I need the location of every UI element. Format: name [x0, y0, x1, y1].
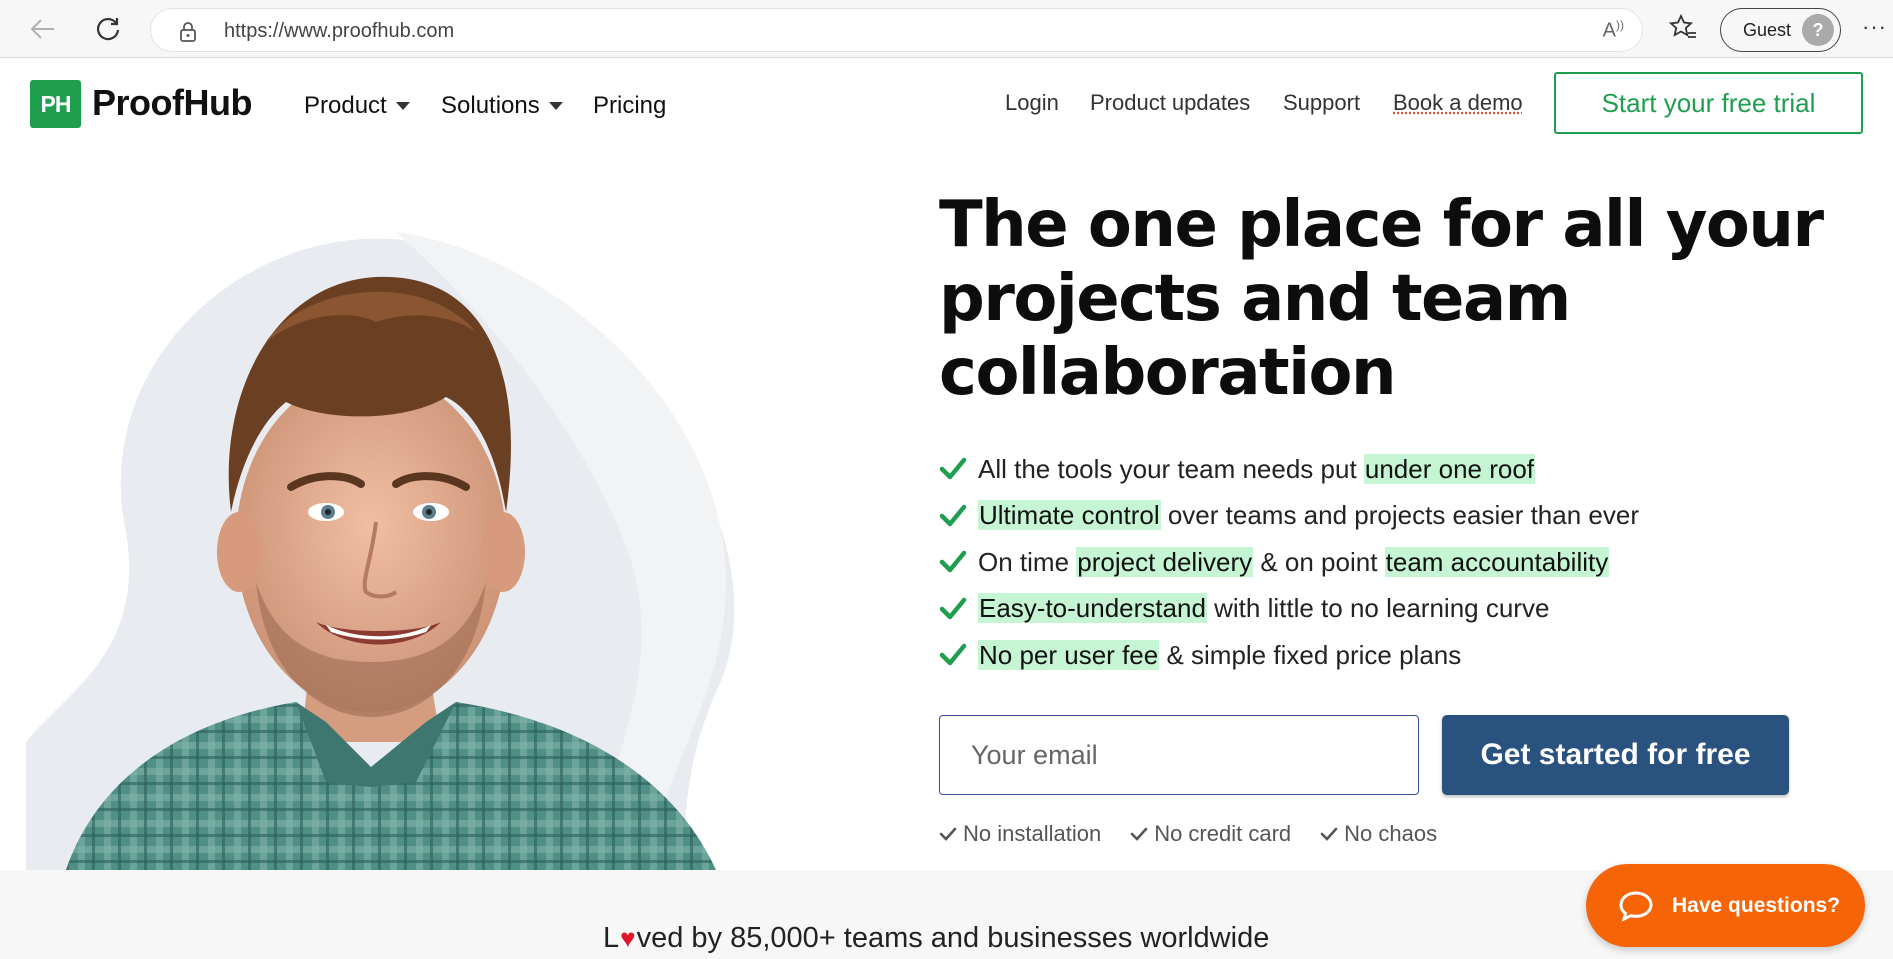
product-updates-link[interactable]: Product updates [1090, 90, 1250, 116]
mini-check-label: No installation [963, 821, 1102, 846]
check-icon [939, 458, 967, 480]
loved-suffix: ved by 85,000+ teams and businesses worl… [636, 922, 1270, 954]
chat-bubble-icon [1619, 890, 1653, 922]
feature-text: All the tools your team needs put [978, 453, 1364, 484]
logo-text[interactable]: ProofHub [92, 82, 252, 124]
nav-pricing-label: Pricing [593, 92, 667, 119]
nav-solutions[interactable]: Solutions [441, 92, 563, 120]
check-icon [1320, 827, 1338, 841]
feature-text: with little to no learning curve [1206, 593, 1550, 624]
read-aloud-icon[interactable]: A)) [1603, 18, 1624, 43]
nav-product-label: Product [304, 92, 387, 119]
favorites-icon[interactable] [1668, 13, 1697, 45]
feature-item: Ultimate control over teams and projects… [939, 493, 1639, 540]
feature-text: On time [978, 546, 1077, 577]
email-field[interactable] [939, 715, 1419, 795]
check-icon [939, 827, 957, 841]
book-demo-link[interactable]: Book a demo [1393, 90, 1523, 116]
start-free-trial-button[interactable]: Start your free trial [1554, 72, 1863, 134]
feature-item: Easy-to-understand with little to no lea… [939, 586, 1639, 633]
login-link[interactable]: Login [1005, 90, 1059, 116]
mini-check-item: No credit card [1130, 821, 1291, 847]
check-icon [1130, 827, 1148, 841]
chevron-down-icon [548, 102, 563, 110]
chat-widget-button[interactable]: Have questions? [1586, 864, 1865, 947]
heart-icon: ♥ [620, 923, 636, 953]
hero-portrait-image [26, 222, 746, 870]
feature-highlight: Ultimate control [978, 500, 1161, 531]
chat-label: Have questions? [1672, 893, 1841, 917]
profile-label: Guest [1743, 19, 1792, 40]
support-link[interactable]: Support [1283, 90, 1360, 116]
check-icon [939, 504, 967, 526]
chevron-down-icon [395, 102, 410, 110]
get-started-button[interactable]: Get started for free [1442, 715, 1789, 795]
check-icon [939, 597, 967, 619]
social-proof-text: L ♥ ved by 85,000+ teams and businesses wo… [603, 922, 1269, 955]
mini-check-label: No credit card [1154, 821, 1292, 846]
hero-title: The one place for all your projects and … [939, 188, 1824, 410]
feature-highlight: team accountability [1384, 546, 1610, 577]
avatar-icon: ? [1802, 14, 1834, 46]
feature-item: All the tools your team needs put under … [939, 446, 1639, 493]
feature-highlight: Easy-to-understand [978, 593, 1207, 624]
logo-mark[interactable]: PH [30, 80, 81, 128]
url-text[interactable]: https://www.proofhub.com [224, 20, 454, 43]
feature-item: On time project delivery & on point team… [939, 539, 1639, 586]
feature-list: All the tools your team needs put under … [939, 446, 1639, 679]
back-arrow-icon[interactable] [24, 10, 62, 48]
feature-item: No per user fee & simple fixed price pla… [939, 632, 1639, 679]
feature-highlight: project delivery [1076, 546, 1254, 577]
profile-button[interactable]: Guest ? [1720, 8, 1841, 52]
nav-solutions-label: Solutions [441, 92, 540, 119]
mini-check-item: No installation [939, 821, 1101, 847]
nav-pricing[interactable]: Pricing [593, 92, 666, 120]
lock-icon [179, 21, 197, 48]
nav-product[interactable]: Product [304, 92, 410, 120]
refresh-icon[interactable] [89, 10, 127, 48]
check-icon [939, 551, 967, 573]
address-bar[interactable]: https://www.proofhub.com A)) [150, 8, 1643, 52]
feature-text: & on point [1253, 546, 1385, 577]
feature-text: over teams and projects easier than ever [1160, 500, 1639, 531]
feature-highlight: No per user fee [978, 639, 1160, 670]
more-menu-icon[interactable]: ··· [1862, 14, 1887, 40]
loved-prefix: L [603, 922, 620, 954]
browser-toolbar: https://www.proofhub.com A)) Guest ? ··· [0, 0, 1893, 58]
feature-highlight: under one roof [1363, 453, 1536, 484]
feature-text: & simple fixed price plans [1159, 639, 1462, 670]
mini-checks: No installation No credit card No chaos [939, 821, 1466, 847]
mini-check-item: No chaos [1320, 821, 1437, 847]
check-icon [939, 644, 967, 666]
mini-check-label: No chaos [1344, 821, 1438, 846]
